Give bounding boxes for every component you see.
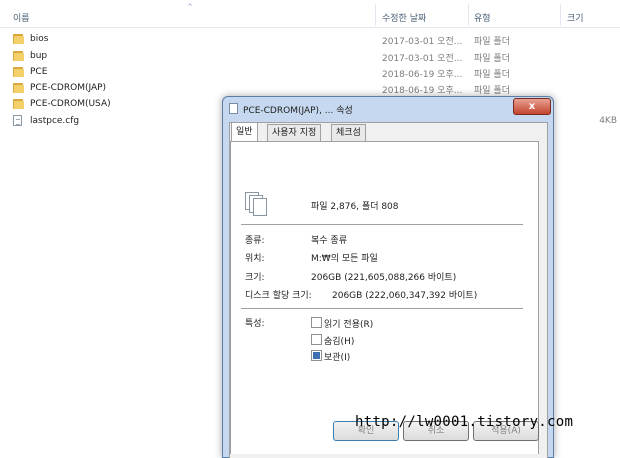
file-name: PCE: [30, 67, 48, 77]
disk-size-label: 디스크 할당 크기:: [245, 291, 312, 301]
column-divider[interactable]: [468, 4, 469, 26]
file-name: PCE-CDROM(JAP): [30, 83, 107, 93]
column-divider[interactable]: [560, 4, 561, 26]
file-name: bup: [30, 51, 48, 61]
folder-icon: [13, 98, 24, 109]
column-name[interactable]: 이름: [13, 11, 30, 24]
column-size[interactable]: 크기: [567, 11, 584, 24]
close-button[interactable]: x: [513, 98, 551, 115]
archive-checkbox[interactable]: [311, 350, 322, 361]
hidden-label[interactable]: 숨김(H): [324, 334, 354, 347]
file-icon: [13, 115, 22, 126]
folder-icon: [13, 82, 24, 93]
size-label: 크기:: [245, 273, 265, 283]
file-date: 2018-06-19 오후...: [382, 70, 463, 80]
divider: [241, 308, 523, 309]
file-type: 파일 폴더: [474, 37, 510, 47]
column-date[interactable]: 수정한 날짜: [382, 11, 426, 24]
file-row-bios[interactable]: bios 2017-03-01 오전... 파일 폴더: [0, 31, 620, 47]
divider: [241, 224, 523, 225]
location-label: 위치:: [245, 254, 265, 264]
folder-icon: [13, 33, 24, 44]
multiple-files-icon: [245, 192, 267, 216]
file-name: PCE-CDROM(USA): [30, 99, 111, 109]
file-type: 파일 폴더: [474, 70, 510, 80]
attributes-label: 특성:: [245, 319, 265, 329]
column-header-bar: ^ 이름 수정한 날짜 유형 크기: [0, 0, 620, 28]
tab-general[interactable]: 일반: [231, 122, 258, 142]
close-icon: x: [528, 101, 536, 112]
disk-size-value: 206GB (222,060,347,392 바이트): [332, 291, 478, 301]
tab-checksum[interactable]: 체크섬: [331, 124, 366, 141]
readonly-label[interactable]: 읽기 전용(R): [324, 317, 373, 330]
file-row-pce[interactable]: PCE 2018-06-19 오후... 파일 폴더: [0, 64, 620, 80]
file-name: bios: [30, 34, 49, 44]
file-row-pce-cdrom-jap[interactable]: PCE-CDROM(JAP) 2018-06-19 오후... 파일 폴더: [0, 80, 620, 96]
size-value: 206GB (221,605,088,266 바이트): [311, 273, 457, 283]
file-type: 파일 폴더: [474, 54, 510, 64]
file-size: 4KB: [599, 116, 617, 126]
folder-icon: [13, 50, 24, 61]
summary-text: 파일 2,876, 폴더 808: [311, 202, 399, 212]
file-type: 파일 폴더: [474, 86, 510, 96]
document-icon: [229, 103, 238, 114]
sort-arrow-icon: ^: [187, 3, 193, 11]
archive-label[interactable]: 보관(I): [324, 350, 350, 363]
properties-dialog: PCE-CDROM(JAP), ... 속성 x 일반 사용자 지정 체크섬 파…: [222, 96, 554, 458]
hidden-checkbox[interactable]: [311, 334, 322, 345]
dialog-title: PCE-CDROM(JAP), ... 속성: [243, 106, 353, 116]
file-row-bup[interactable]: bup 2017-03-01 오전... 파일 폴더: [0, 48, 620, 64]
file-date: 2017-03-01 오전...: [382, 37, 463, 47]
tab-customize[interactable]: 사용자 지정: [267, 124, 322, 141]
general-tab-content: 파일 2,876, 폴더 808 종류: 복수 종류 위치: M:₩의 모든 파…: [230, 141, 539, 454]
folder-icon: [13, 66, 24, 77]
column-type[interactable]: 유형: [474, 11, 491, 24]
location-value: M:₩의 모든 파일: [311, 254, 378, 264]
readonly-checkbox[interactable]: [311, 317, 322, 328]
type-label: 종류:: [245, 236, 265, 246]
type-value: 복수 종류: [311, 236, 347, 246]
file-date: 2018-06-19 오후...: [382, 86, 463, 96]
column-divider[interactable]: [375, 4, 376, 26]
file-name: lastpce.cfg: [30, 116, 80, 126]
file-date: 2017-03-01 오전...: [382, 54, 463, 64]
watermark-url: http://lw0001.tistory.com: [355, 414, 574, 430]
